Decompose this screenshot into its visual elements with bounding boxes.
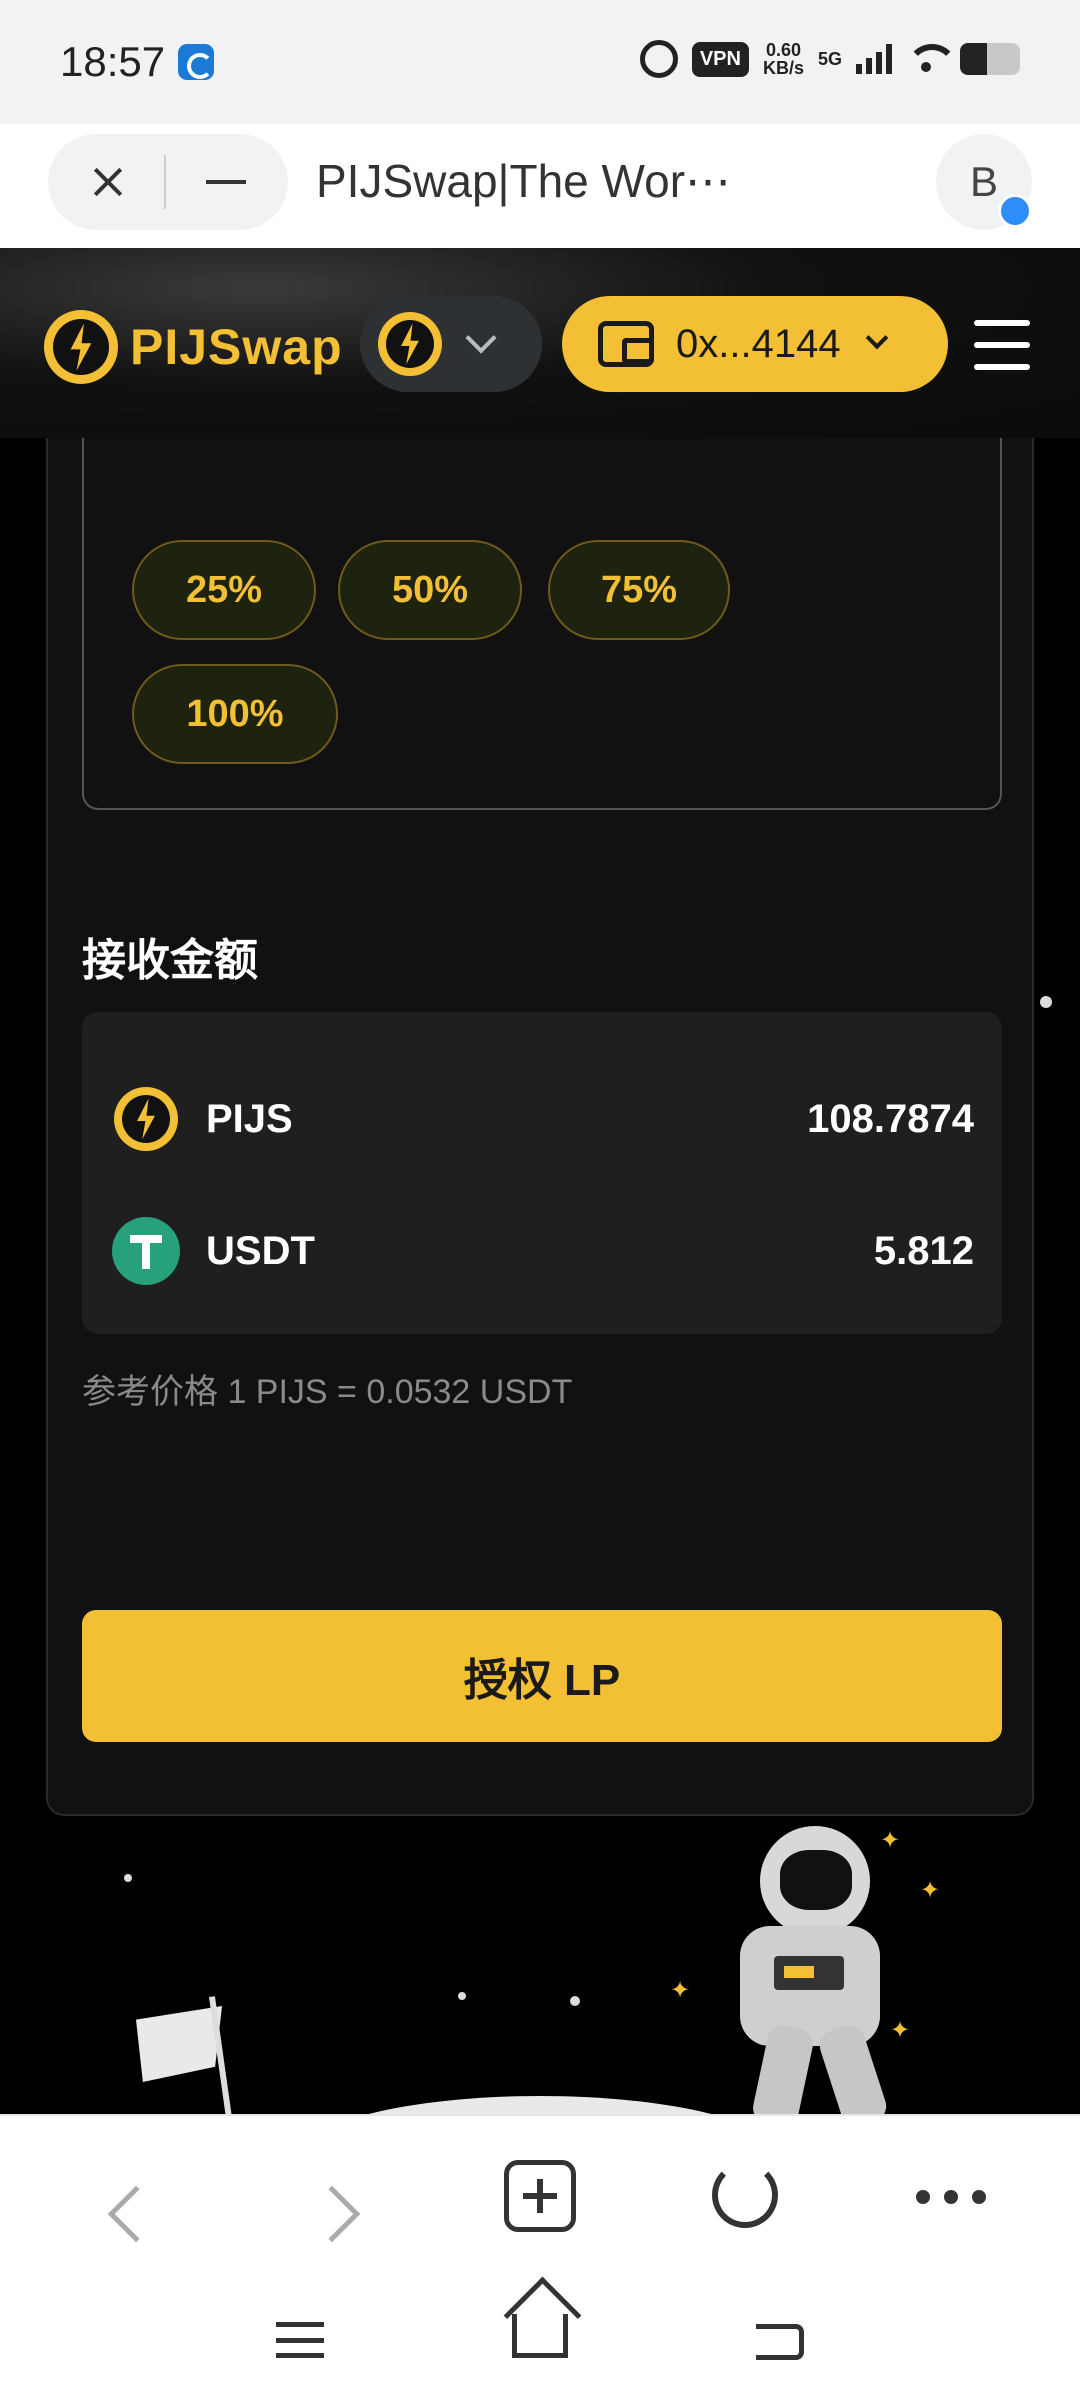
system-back-icon[interactable] xyxy=(756,2324,804,2360)
star-icon xyxy=(570,1996,580,2006)
chain-selector[interactable] xyxy=(360,296,542,392)
astronaut-icon: ✦ ✦ ✦ ✦ xyxy=(670,1816,950,2116)
token-row-usdt: USDT 5.812 xyxy=(82,1206,1002,1296)
token-amount: 5.812 xyxy=(873,1228,974,1273)
star-icon xyxy=(1040,996,1052,1008)
network-speed: 0.60 KB/s xyxy=(763,41,804,77)
forward-arrow-icon[interactable] xyxy=(303,2185,361,2243)
more-icon[interactable] xyxy=(916,2190,986,2204)
new-tab-icon[interactable] xyxy=(504,2160,576,2232)
token-amount: 108.7874 xyxy=(807,1096,974,1141)
app-notification-icon xyxy=(178,44,214,80)
avatar-letter: B xyxy=(969,158,998,205)
logo-text: PIJSwap xyxy=(130,319,343,375)
chevron-down-icon xyxy=(865,326,888,350)
token-symbol: USDT xyxy=(206,1228,315,1273)
browser-window-controls xyxy=(48,134,288,230)
page-title[interactable]: PIJSwap|The Wor⋯ xyxy=(316,154,731,208)
receive-amount-title: 接收金额 xyxy=(82,936,258,985)
chain-bolt-icon xyxy=(378,312,442,376)
browser-toolbar: PIJSwap|The Wor⋯ B xyxy=(0,124,1080,248)
percent-50-button[interactable]: 50% xyxy=(338,540,522,640)
system-menu-icon[interactable] xyxy=(276,2322,324,2358)
star-icon xyxy=(458,1992,466,2000)
chevron-down-icon xyxy=(465,322,497,354)
status-bar: 18:57 VPN 0.60 KB/s 5G xyxy=(0,0,1080,124)
percent-75-button[interactable]: 75% xyxy=(548,540,730,640)
back-arrow-icon[interactable] xyxy=(107,2185,165,2243)
remove-liquidity-card: 25% 50% 75% 100% 接收金额 PIJS 108.7874 USDT… xyxy=(46,438,1034,1816)
logo[interactable]: PIJSwap xyxy=(44,310,343,384)
hamburger-menu-icon[interactable] xyxy=(974,320,1030,370)
token-symbol: PIJS xyxy=(206,1096,293,1141)
flag-icon xyxy=(136,2006,222,2082)
network-speed-unit: KB/s xyxy=(762,58,804,78)
reload-icon[interactable] xyxy=(712,2162,778,2228)
close-icon[interactable] xyxy=(48,134,164,230)
bolt-logo-icon xyxy=(44,310,118,384)
site-header: PIJSwap 0x...4144 xyxy=(0,248,1080,438)
avatar[interactable]: B xyxy=(936,134,1032,230)
alarm-icon xyxy=(639,40,678,78)
network-speed-value: 0.60 xyxy=(765,40,801,60)
network-type: 5G xyxy=(817,48,842,69)
browser-bottom-bar xyxy=(0,2114,1080,2392)
minimize-icon[interactable] xyxy=(166,134,286,230)
system-home-icon[interactable] xyxy=(512,2314,568,2358)
wifi-icon xyxy=(906,44,958,74)
signal-icon xyxy=(856,44,892,74)
status-indicators: VPN 0.60 KB/s 5G xyxy=(639,40,1020,78)
reference-price: 参考价格 1 PIJS = 0.0532 USDT xyxy=(82,1373,573,1411)
status-time: 18:57 xyxy=(60,38,166,85)
usdt-tether-icon xyxy=(112,1217,180,1285)
receive-amount-box: PIJS 108.7874 USDT 5.812 xyxy=(82,1012,1002,1334)
percent-25-button[interactable]: 25% xyxy=(132,540,316,640)
approve-lp-button[interactable]: 授权 LP xyxy=(82,1610,1002,1742)
percent-100-button[interactable]: 100% xyxy=(132,664,338,764)
wallet-button[interactable]: 0x...4144 xyxy=(562,296,948,392)
wallet-address: 0x...4144 xyxy=(676,321,841,366)
battery-icon xyxy=(960,43,1020,75)
pijs-bolt-icon xyxy=(114,1087,178,1151)
wallet-icon xyxy=(598,321,654,367)
space-illustration: ✦ ✦ ✦ ✦ xyxy=(0,1816,1080,2116)
token-row-pijs: PIJS 108.7874 xyxy=(82,1074,1002,1164)
evm-badge-icon xyxy=(998,194,1032,228)
vpn-badge: VPN xyxy=(691,41,749,77)
amount-input-box: 25% 50% 75% 100% xyxy=(82,438,1002,810)
star-icon xyxy=(124,1874,132,1882)
